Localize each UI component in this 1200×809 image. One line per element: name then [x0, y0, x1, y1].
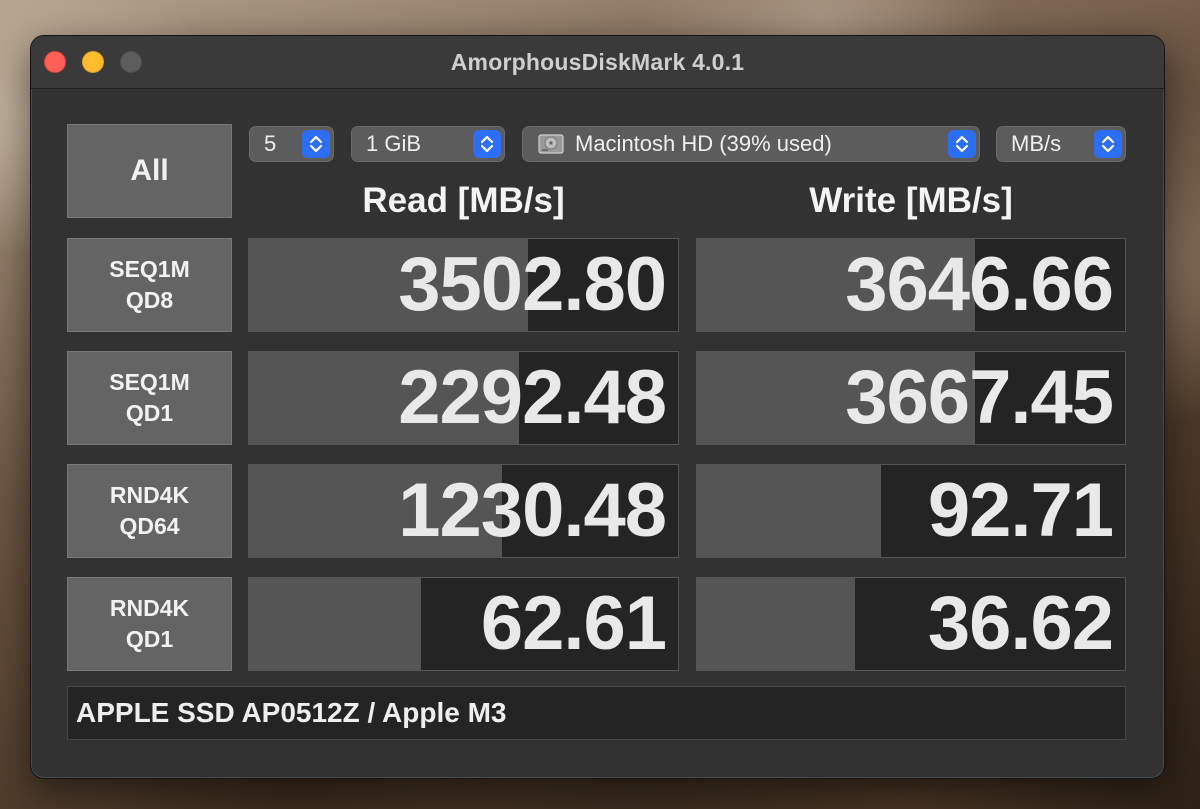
updown-chevron-icon — [302, 130, 330, 158]
write-result-rnd4k-qd64: 92.71 — [696, 464, 1126, 558]
unit-value: MB/s — [1011, 131, 1062, 156]
test-label-line2: QD1 — [125, 400, 174, 426]
all-button[interactable]: All — [67, 124, 232, 218]
write-value: 36.62 — [927, 581, 1114, 666]
test-label-line2: QD1 — [125, 626, 174, 652]
write-header: Write [MB/s] — [809, 181, 1013, 220]
read-value: 2292.48 — [398, 355, 667, 440]
test-button-rnd4k-qd1[interactable]: RND4K QD1 — [67, 577, 232, 671]
read-result-rnd4k-qd64: 1230.48 — [248, 464, 679, 558]
window-title: AmorphousDiskMark 4.0.1 — [450, 49, 745, 75]
titlebar: AmorphousDiskMark 4.0.1 — [31, 36, 1164, 89]
test-label-line1: SEQ1M — [109, 256, 190, 282]
read-value: 3502.80 — [398, 242, 667, 327]
app-window: AmorphousDiskMark 4.0.1 All 5 1 GiB Maci… — [30, 35, 1165, 779]
disk-select[interactable]: Macintosh HD (39% used) — [522, 126, 980, 162]
write-value: 3667.45 — [845, 355, 1114, 440]
write-result-rnd4k-qd1: 36.62 — [696, 577, 1126, 671]
write-value: 3646.66 — [845, 242, 1114, 327]
device-info: APPLE SSD AP0512Z / Apple M3 — [67, 686, 1126, 740]
updown-chevron-icon — [1094, 130, 1122, 158]
test-button-rnd4k-qd64[interactable]: RND4K QD64 — [67, 464, 232, 558]
write-result-seq1m-qd8: 3646.66 — [696, 238, 1126, 332]
write-bar — [697, 578, 856, 670]
write-result-seq1m-qd1: 3667.45 — [696, 351, 1126, 445]
write-bar — [697, 465, 882, 557]
test-label-line2: QD64 — [119, 513, 180, 539]
test-size-select[interactable]: 1 GiB — [351, 126, 505, 162]
test-label-line2: QD8 — [125, 287, 174, 313]
read-bar — [249, 578, 421, 670]
read-value: 1230.48 — [398, 468, 667, 553]
read-header: Read [MB/s] — [362, 181, 565, 220]
hard-disk-icon — [538, 132, 564, 166]
test-label-line1: RND4K — [109, 595, 190, 621]
read-result-rnd4k-qd1: 62.61 — [248, 577, 679, 671]
test-size-value: 1 GiB — [366, 131, 422, 156]
updown-chevron-icon — [948, 130, 976, 158]
test-count-select[interactable]: 5 — [249, 126, 334, 162]
disk-value: Macintosh HD (39% used) — [575, 131, 832, 156]
updown-chevron-icon — [473, 130, 501, 158]
test-label-line1: RND4K — [109, 482, 190, 508]
read-result-seq1m-qd8: 3502.80 — [248, 238, 679, 332]
test-button-seq1m-qd8[interactable]: SEQ1M QD8 — [67, 238, 232, 332]
read-value: 62.61 — [480, 581, 667, 666]
test-button-seq1m-qd1[interactable]: SEQ1M QD1 — [67, 351, 232, 445]
read-result-seq1m-qd1: 2292.48 — [248, 351, 679, 445]
test-label-line1: SEQ1M — [109, 369, 190, 395]
write-value: 92.71 — [927, 468, 1114, 553]
test-count-value: 5 — [264, 131, 277, 156]
unit-select[interactable]: MB/s — [996, 126, 1126, 162]
